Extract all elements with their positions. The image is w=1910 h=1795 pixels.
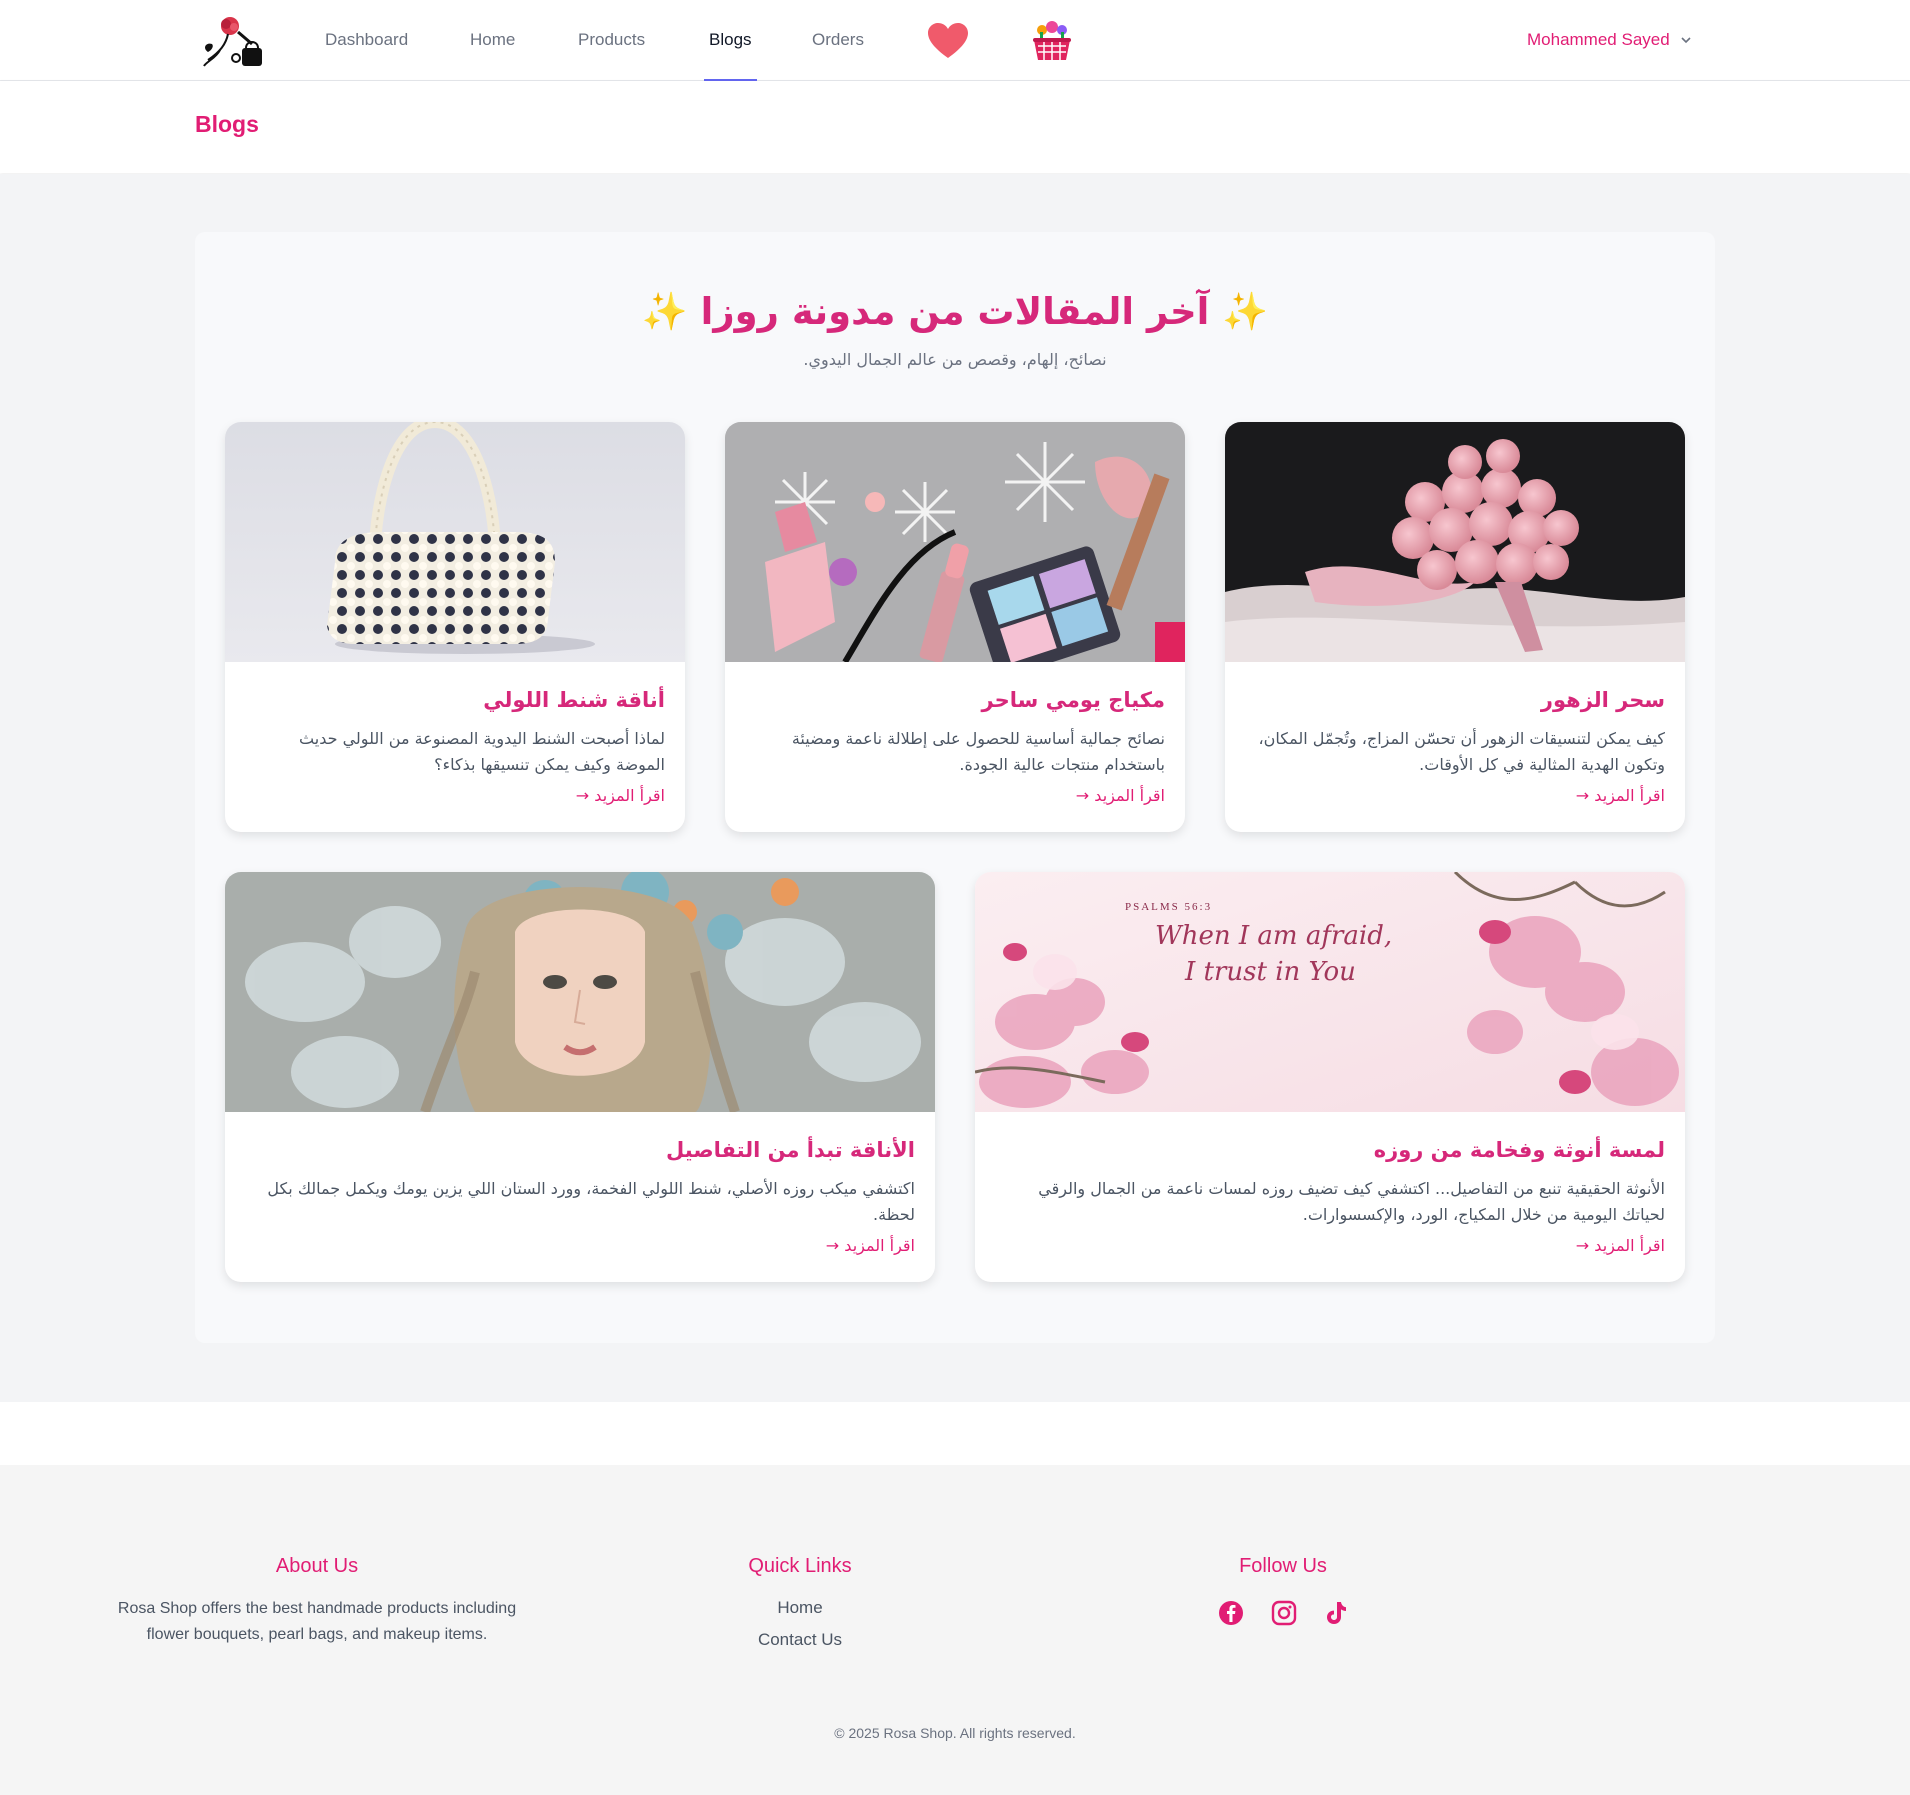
blog-card-title: أناقة شنط اللولي — [483, 688, 665, 712]
nav-blogs[interactable]: Blogs — [704, 30, 757, 81]
blog-card-title: لمسة أنوثة وفخامة من روزه — [1373, 1138, 1665, 1162]
instagram-icon[interactable] — [1271, 1600, 1297, 1626]
blog-card[interactable]: أناقة شنط اللولي لماذا أصبحت الشنط اليدو… — [225, 422, 685, 832]
blog-card-title: مكياج يومي ساحر — [981, 688, 1165, 712]
blog-section-title: ✨ آخر المقالات من مدونة روزا ✨ — [641, 290, 1269, 333]
blog-card-description: الأنوثة الحقيقية تنبع من التفاصيل... اكت… — [1038, 1179, 1665, 1224]
nav-home[interactable]: Home — [470, 30, 515, 81]
blog-card-description: اكتشفي ميكب روزه الأصلي، شنط اللولي الفخ… — [267, 1179, 915, 1224]
rosa-shop-logo[interactable] — [198, 14, 268, 70]
footer-link-home[interactable]: Home — [700, 1598, 900, 1618]
footer-about-line-1: Rosa Shop offers the best handmade produ… — [117, 1600, 517, 1617]
read-more-link[interactable]: اقرأ المزيد → — [576, 786, 665, 805]
tiktok-icon[interactable] — [1323, 1600, 1349, 1626]
footer-about-heading: About Us — [275, 1555, 359, 1577]
blog-card-description: نصائح جمالية أساسية للحصول على إطلالة نا… — [791, 729, 1165, 774]
nav-dashboard[interactable]: Dashboard — [325, 30, 408, 81]
nav-orders[interactable]: Orders — [812, 30, 864, 81]
top-navbar: Dashboard Home Products Blogs Orders Moh… — [0, 0, 1910, 81]
chevron-down-icon — [1681, 37, 1691, 44]
page-header: Blogs — [0, 81, 1910, 173]
heart-icon[interactable] — [926, 22, 970, 60]
magnolia-psalm-banner-image: PSALMS 56:3 When I am afraid, I trust in… — [975, 872, 1685, 1112]
read-more-link[interactable]: اقرأ المزيد → — [1076, 786, 1165, 805]
woman-with-flowers-image — [225, 872, 935, 1112]
read-more-link[interactable]: اقرأ المزيد → — [826, 1236, 915, 1255]
blog-card-description: كيف يمكن لتنسيقات الزهور أن تحسّن المزاج… — [1258, 729, 1666, 774]
blog-card[interactable]: PSALMS 56:3 When I am afraid, I trust in… — [975, 872, 1685, 1282]
psalm-small-text: PSALMS 56:3 — [1125, 901, 1212, 913]
pink-roses-bouquet-image — [1225, 422, 1685, 662]
blog-card-title: سحر الزهور — [1540, 688, 1665, 712]
footer-follow-heading: Follow Us — [1239, 1555, 1327, 1577]
basket-icon[interactable] — [1032, 20, 1072, 62]
psalm-line-1: When I am afraid, — [1155, 921, 1392, 951]
page-title: Blogs — [195, 111, 259, 137]
blog-section-subtitle: نصائح، إلهام، وقصص من عالم الجمال اليدوي… — [803, 350, 1107, 369]
makeup-products-image — [725, 422, 1185, 662]
blog-card[interactable]: سحر الزهور كيف يمكن لتنسيقات الزهور أن ت… — [1225, 422, 1685, 832]
user-name: Mohammed Sayed — [1527, 30, 1670, 49]
blog-card-description: لماذا أصبحت الشنط اليدوية المصنوعة من ال… — [299, 729, 665, 774]
blog-card[interactable]: الأناقة تبدأ من التفاصيل اكتشفي ميكب روز… — [225, 872, 935, 1282]
nav-products[interactable]: Products — [578, 30, 645, 81]
footer-copyright: © 2025 Rosa Shop. All rights reserved. — [834, 1725, 1076, 1741]
read-more-link[interactable]: اقرأ المزيد → — [1576, 1236, 1665, 1255]
pearl-handbag-image — [225, 422, 685, 662]
footer-about-line-2: flower bouquets, pearl bags, and makeup … — [146, 1626, 488, 1643]
blog-card-title: الأناقة تبدأ من التفاصيل — [666, 1138, 915, 1162]
blog-card[interactable]: مكياج يومي ساحر نصائح جمالية أساسية للحص… — [725, 422, 1185, 832]
read-more-link[interactable]: اقرأ المزيد → — [1576, 786, 1665, 805]
user-menu[interactable]: Mohammed Sayed — [1527, 30, 1692, 50]
footer-quick-links-heading: Quick Links — [748, 1555, 852, 1577]
psalm-line-2: I trust in You — [1184, 957, 1356, 987]
footer-link-contact-us[interactable]: Contact Us — [700, 1630, 900, 1650]
facebook-icon[interactable] — [1218, 1600, 1244, 1626]
